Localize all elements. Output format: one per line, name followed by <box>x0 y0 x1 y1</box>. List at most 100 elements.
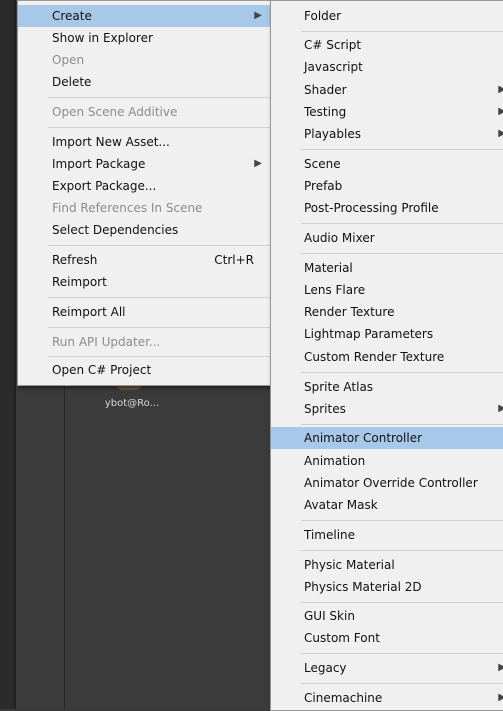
project-panel-divider <box>64 384 65 709</box>
menu-separator <box>301 149 503 150</box>
menu-item-label: C# Script <box>304 38 362 52</box>
menu-item-label: Import New Asset... <box>52 135 170 149</box>
menu-separator <box>301 372 503 373</box>
menu-item-label: Reimport <box>52 275 107 289</box>
menu-item-label: Animator Controller <box>304 431 423 445</box>
menu-item-label: Lightmap Parameters <box>304 327 434 341</box>
menu-separator <box>48 356 270 357</box>
submenu-item-folder[interactable]: Folder <box>271 5 503 27</box>
menu-item-delete[interactable]: Delete <box>18 71 270 93</box>
menu-item-import-package[interactable]: Import Package ▶ <box>18 153 270 175</box>
menu-item-label: Refresh <box>52 253 98 267</box>
menu-item-label: Select Dependencies <box>52 223 179 237</box>
submenu-item-playables[interactable]: Playables ▶ <box>271 123 503 145</box>
submenu-item-prefab[interactable]: Prefab <box>271 175 503 197</box>
menu-item-label: Custom Render Texture <box>304 350 445 364</box>
submenu-item-scene[interactable]: Scene <box>271 153 503 175</box>
chevron-right-icon: ▶ <box>498 106 503 117</box>
menu-separator <box>48 97 270 98</box>
context-menu: Create ▶ Show in Explorer Open Delete Op… <box>17 0 271 386</box>
submenu-item-gui-skin[interactable]: GUI Skin <box>271 605 503 627</box>
menu-item-label: Find References In Scene <box>52 201 203 215</box>
menu-item-label: Sprite Atlas <box>304 380 374 394</box>
menu-item-import-new-asset[interactable]: Import New Asset... <box>18 131 270 153</box>
menu-separator <box>301 424 503 425</box>
menu-item-show-in-explorer[interactable]: Show in Explorer <box>18 27 270 49</box>
submenu-item-lens-flare[interactable]: Lens Flare <box>271 279 503 301</box>
submenu-item-shader[interactable]: Shader ▶ <box>271 79 503 101</box>
menu-item-label: Run API Updater... <box>52 335 161 349</box>
menu-item-label: Avatar Mask <box>304 498 378 512</box>
submenu-item-audio-mixer[interactable]: Audio Mixer <box>271 227 503 249</box>
submenu-item-lightmap-parameters[interactable]: Lightmap Parameters <box>271 323 503 345</box>
chevron-right-icon: ▶ <box>498 692 503 703</box>
menu-item-label: Javascript <box>304 60 363 74</box>
chevron-right-icon: ▶ <box>498 84 503 95</box>
submenu-item-animator-controller[interactable]: Animator Controller <box>271 427 503 449</box>
menu-separator <box>48 297 270 298</box>
chevron-right-icon: ▶ <box>498 662 503 673</box>
menu-item-label: Prefab <box>304 179 343 193</box>
menu-separator <box>301 253 503 254</box>
menu-separator <box>301 602 503 603</box>
menu-item-label: Reimport All <box>52 305 126 319</box>
create-submenu: Folder C# Script Javascript Shader ▶ Tes… <box>270 0 503 711</box>
chevron-right-icon: ▶ <box>498 128 503 139</box>
menu-separator <box>301 223 503 224</box>
menu-item-label: Physics Material 2D <box>304 580 422 594</box>
menu-separator <box>48 127 270 128</box>
menu-item-label: Open C# Project <box>52 363 152 377</box>
submenu-item-timeline[interactable]: Timeline <box>271 524 503 546</box>
menu-item-label: Material <box>304 261 353 275</box>
menu-item-label: Playables <box>304 127 361 141</box>
submenu-item-cinemachine[interactable]: Cinemachine ▶ <box>271 687 503 709</box>
menu-item-open-csharp-project[interactable]: Open C# Project <box>18 359 270 381</box>
menu-separator <box>301 520 503 521</box>
submenu-item-physic-material[interactable]: Physic Material <box>271 554 503 576</box>
submenu-item-javascript[interactable]: Javascript <box>271 56 503 78</box>
submenu-item-animation[interactable]: Animation <box>271 450 503 472</box>
menu-item-select-dependencies[interactable]: Select Dependencies <box>18 219 270 241</box>
submenu-item-sprite-atlas[interactable]: Sprite Atlas <box>271 376 503 398</box>
submenu-item-custom-font[interactable]: Custom Font <box>271 627 503 649</box>
menu-item-label: Cinemachine <box>304 691 383 705</box>
menu-item-export-package[interactable]: Export Package... <box>18 175 270 197</box>
menu-item-label: Legacy <box>304 661 347 675</box>
menu-item-refresh[interactable]: Refresh Ctrl+R <box>18 249 270 271</box>
menu-item-run-api-updater[interactable]: Run API Updater... <box>18 331 270 353</box>
menu-separator <box>301 653 503 654</box>
menu-item-find-references[interactable]: Find References In Scene <box>18 197 270 219</box>
menu-separator <box>48 245 270 246</box>
submenu-item-avatar-mask[interactable]: Avatar Mask <box>271 494 503 516</box>
submenu-item-testing[interactable]: Testing ▶ <box>271 101 503 123</box>
submenu-item-legacy[interactable]: Legacy ▶ <box>271 657 503 679</box>
menu-item-label: Post-Processing Profile <box>304 201 439 215</box>
menu-item-reimport-all[interactable]: Reimport All <box>18 301 270 323</box>
submenu-item-animator-override-controller[interactable]: Animator Override Controller <box>271 472 503 494</box>
menu-item-label: Delete <box>52 75 92 89</box>
submenu-item-physics-material-2d[interactable]: Physics Material 2D <box>271 576 503 598</box>
menu-item-label: Create <box>52 9 92 23</box>
submenu-item-sprites[interactable]: Sprites ▶ <box>271 398 503 420</box>
menu-item-label: Open <box>52 53 85 67</box>
menu-item-label: Lens Flare <box>304 283 366 297</box>
menu-item-reimport[interactable]: Reimport <box>18 271 270 293</box>
menu-item-open[interactable]: Open <box>18 49 270 71</box>
submenu-item-render-texture[interactable]: Render Texture <box>271 301 503 323</box>
submenu-item-post-processing-profile[interactable]: Post-Processing Profile <box>271 197 503 219</box>
submenu-item-csharp-script[interactable]: C# Script <box>271 34 503 56</box>
menu-item-label: Open Scene Additive <box>52 105 178 119</box>
menu-separator <box>301 550 503 551</box>
submenu-item-custom-render-texture[interactable]: Custom Render Texture <box>271 346 503 368</box>
menu-separator <box>48 327 270 328</box>
menu-item-label: Sprites <box>304 402 346 416</box>
menu-separator <box>301 683 503 684</box>
menu-item-label: Animator Override Controller <box>304 476 478 490</box>
menu-item-open-scene-additive[interactable]: Open Scene Additive <box>18 101 270 123</box>
chevron-right-icon: ▶ <box>254 158 262 169</box>
menu-item-create[interactable]: Create ▶ <box>18 5 270 27</box>
menu-item-label: Animation <box>304 454 366 468</box>
chevron-right-icon: ▶ <box>498 403 503 414</box>
chevron-right-icon: ▶ <box>254 10 262 21</box>
submenu-item-material[interactable]: Material <box>271 257 503 279</box>
